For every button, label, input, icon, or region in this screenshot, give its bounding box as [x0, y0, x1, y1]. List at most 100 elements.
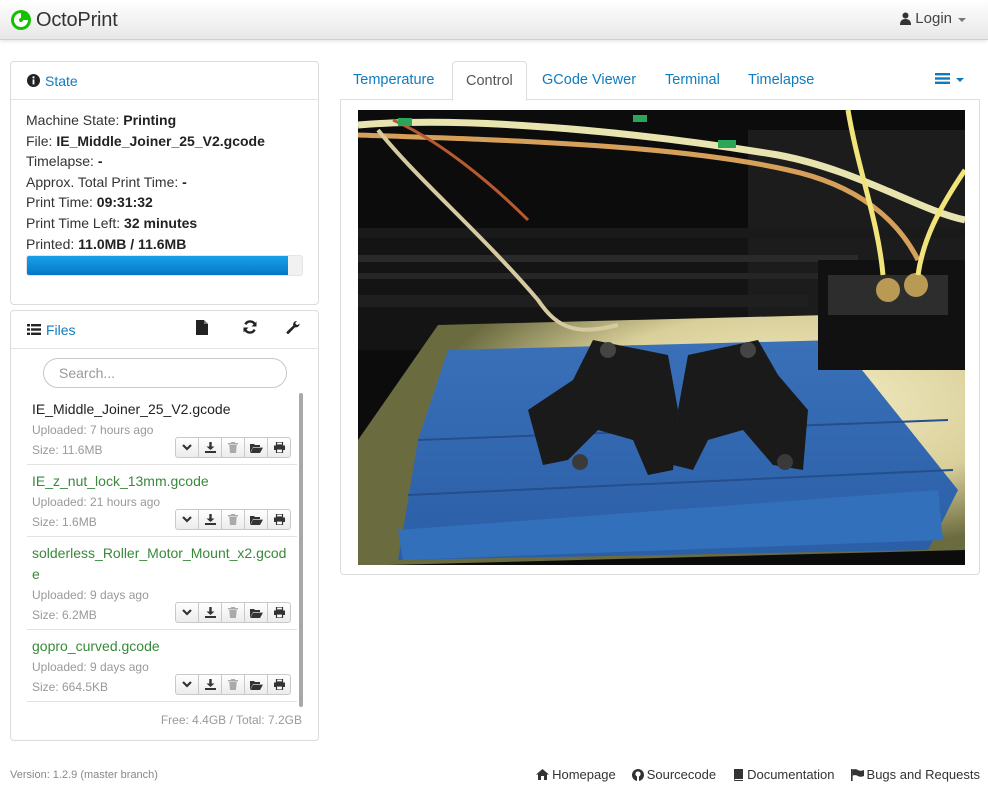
file-list-item[interactable]: IE_z_nut_lock_13mm.gcode Uploaded: 21 hou…	[27, 465, 297, 537]
book-icon	[734, 768, 744, 781]
file-name[interactable]: gopro_curved.gcode	[32, 636, 294, 657]
state-panel: State Machine State: Printing File: IE_M…	[10, 61, 319, 305]
file-actions	[175, 509, 291, 530]
approx-time-label: Approx. Total Print Time:	[26, 173, 179, 190]
trash-button[interactable]	[221, 674, 245, 695]
bugs-requests-link[interactable]: Bugs and Requests	[850, 767, 980, 782]
login-label: Login	[915, 10, 952, 27]
download-icon	[204, 607, 216, 618]
homepage-link[interactable]: Homepage	[536, 767, 616, 782]
approx-time-value: -	[182, 173, 187, 190]
bugs-requests-link-label: Bugs and Requests	[866, 767, 980, 782]
download-button[interactable]	[198, 674, 222, 695]
upload-file-icon[interactable]	[196, 320, 208, 338]
tab-gcode-viewer[interactable]: GCode Viewer	[529, 61, 649, 100]
user-icon	[900, 12, 912, 25]
print-button[interactable]	[267, 674, 291, 695]
tab-timelapse[interactable]: Timelapse	[735, 61, 827, 100]
state-title: State	[45, 72, 78, 89]
time-left-row: Print Time Left: 32 minutes	[26, 213, 303, 234]
file-name[interactable]: IE_z_nut_lock_13mm.gcode	[32, 471, 294, 492]
printed-value: 11.0MB / 11.6MB	[78, 235, 187, 252]
trash-button[interactable]	[221, 602, 245, 623]
main-tabs: Temperature Control GCode Viewer Termina…	[340, 61, 980, 101]
print-icon	[273, 514, 285, 525]
file-list-item[interactable]: solderless_Roller_Motor_Mount_x2.gcode Up…	[27, 537, 297, 630]
webcam-image	[358, 110, 965, 565]
approx-time-row: Approx. Total Print Time: -	[26, 172, 303, 193]
machine-state-label: Machine State:	[26, 112, 120, 128]
folder-open-icon	[249, 680, 263, 690]
tab-temperature[interactable]: Temperature	[340, 61, 447, 100]
trash-button[interactable]	[221, 437, 245, 458]
chevron-down-button[interactable]	[175, 437, 199, 458]
folder-open-icon	[249, 515, 263, 525]
print-time-row: Print Time: 09:31:32	[26, 192, 303, 213]
file-list: IE_Middle_Joiner_25_V2.gcode Uploaded: 7 …	[27, 393, 297, 709]
tabs-overflow-menu[interactable]	[935, 73, 964, 84]
print-progress-fill	[27, 256, 288, 276]
list-icon	[935, 73, 950, 84]
chevron-down-icon	[182, 609, 192, 616]
print-time-label: Print Time:	[26, 194, 93, 211]
file-name[interactable]: solderless_Roller_Motor_Mount_x2.gcode	[32, 543, 294, 585]
sourcecode-link[interactable]: Sourcecode	[631, 767, 716, 782]
trash-icon	[228, 442, 238, 453]
time-left-value: 32 minutes	[124, 214, 198, 231]
print-button[interactable]	[267, 509, 291, 530]
file-list-scrollbar[interactable]	[299, 393, 303, 707]
flag-icon	[850, 768, 864, 781]
trash-icon	[228, 514, 238, 525]
file-value: IE_Middle_Joiner_25_V2.gcode	[56, 132, 265, 149]
navbar: OctoPrint Login	[0, 0, 988, 40]
brand[interactable]: OctoPrint	[10, 7, 118, 33]
file-list-item[interactable]: gopro_curved.gcode Uploaded: 9 days ago Si…	[27, 630, 297, 702]
chevron-down-button[interactable]	[175, 509, 199, 530]
printed-row: Printed: 11.0MB / 11.6MB	[26, 234, 303, 255]
folder-open-icon	[249, 608, 263, 618]
file-row: File: IE_Middle_Joiner_25_V2.gcode	[26, 131, 303, 152]
download-button[interactable]	[198, 509, 222, 530]
state-body: Machine State: Printing File: IE_Middle_…	[11, 100, 318, 286]
footer-links: Homepage Sourcecode Documentation Bugs a…	[520, 767, 980, 782]
folder-open-button[interactable]	[244, 437, 268, 458]
download-icon	[204, 514, 216, 525]
folder-open-button[interactable]	[244, 674, 268, 695]
print-button[interactable]	[267, 602, 291, 623]
chevron-down-icon	[182, 681, 192, 688]
home-icon	[536, 769, 550, 780]
folder-open-icon	[249, 443, 263, 453]
state-panel-header[interactable]: State	[11, 62, 318, 100]
chevron-down-button[interactable]	[175, 674, 199, 695]
github-icon	[631, 768, 644, 781]
caret-down-icon	[956, 77, 964, 82]
wrench-icon[interactable]	[286, 320, 301, 338]
timelapse-value: -	[97, 153, 103, 170]
login-menu[interactable]: Login	[900, 10, 966, 27]
trash-icon	[228, 679, 238, 690]
folder-open-button[interactable]	[244, 509, 268, 530]
refresh-icon[interactable]	[243, 320, 257, 337]
documentation-link-label: Documentation	[747, 767, 835, 782]
file-actions	[175, 674, 291, 695]
tab-terminal[interactable]: Terminal	[652, 61, 733, 100]
machine-state-value: Printing	[123, 112, 177, 128]
timelapse-row: Timelapse: -	[26, 151, 303, 172]
download-button[interactable]	[198, 602, 222, 623]
file-search-input[interactable]	[43, 358, 287, 388]
chevron-down-button[interactable]	[175, 602, 199, 623]
download-icon	[204, 442, 216, 453]
print-icon	[273, 679, 285, 690]
file-name[interactable]: IE_Middle_Joiner_25_V2.gcode	[32, 399, 294, 420]
trash-button[interactable]	[221, 509, 245, 530]
folder-open-button[interactable]	[244, 602, 268, 623]
timelapse-label: Timelapse:	[26, 153, 94, 170]
file-list-item[interactable]: IE_Middle_Joiner_25_V2.gcode Uploaded: 7 …	[27, 393, 297, 465]
tab-control[interactable]: Control	[452, 61, 527, 101]
print-button[interactable]	[267, 437, 291, 458]
info-circle-icon	[27, 74, 40, 87]
brand-name: OctoPrint	[36, 8, 118, 31]
file-label: File:	[26, 132, 53, 149]
download-button[interactable]	[198, 437, 222, 458]
documentation-link[interactable]: Documentation	[732, 767, 835, 782]
